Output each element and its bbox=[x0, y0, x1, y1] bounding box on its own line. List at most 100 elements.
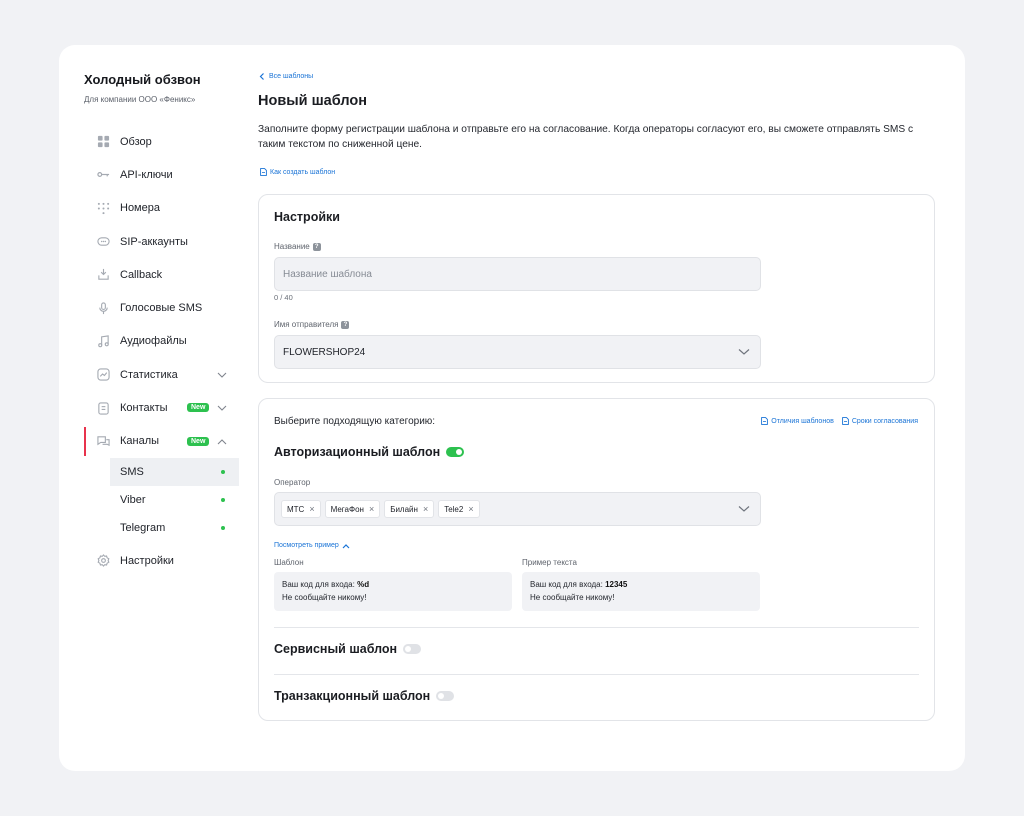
howto-link-label: Как создать шаблон bbox=[270, 168, 336, 176]
chevron-down-icon[interactable] bbox=[217, 370, 227, 380]
transaction-template-section: Транзакционный шаблон bbox=[274, 689, 455, 703]
operator-chip: МегаФон × bbox=[324, 500, 381, 518]
callback-icon bbox=[96, 268, 110, 282]
template-placeholder: %d bbox=[357, 580, 370, 589]
sidebar-item-channels[interactable]: Каналы New bbox=[84, 425, 239, 458]
gear-icon bbox=[96, 554, 110, 568]
sidebar-item-label: Callback bbox=[120, 268, 163, 281]
divider bbox=[274, 674, 919, 675]
sidebar-item-sip[interactable]: SIP-аккаунты bbox=[84, 225, 239, 258]
chevron-up-icon bbox=[342, 543, 350, 548]
operator-chip-label: Tele2 bbox=[444, 504, 464, 514]
sidebar-item-overview[interactable]: Обзор bbox=[84, 125, 239, 158]
document-icon bbox=[841, 417, 849, 425]
see-example-label: Посмотреть пример bbox=[274, 542, 339, 549]
operator-chip: Tele2 × bbox=[438, 500, 480, 518]
sidebar-item-label: SIP-аккаунты bbox=[120, 235, 188, 248]
sidebar-item-label: Статистика bbox=[120, 368, 178, 381]
help-icon[interactable]: ? bbox=[312, 242, 321, 251]
project-subtitle: Для компании ООО «Феникс» bbox=[84, 95, 196, 104]
status-dot bbox=[221, 469, 225, 474]
back-link[interactable]: Все шаблоны bbox=[259, 73, 313, 80]
intro-text: Заполните форму регистрации шаблона и от… bbox=[258, 124, 914, 150]
sender-label: Имя отправителя ? bbox=[274, 320, 350, 329]
new-badge: New bbox=[187, 436, 210, 446]
chevron-left-icon bbox=[259, 73, 264, 80]
operator-label: Оператор bbox=[274, 478, 311, 487]
sidebar-item-label: Номера bbox=[120, 202, 160, 215]
example-code: 12345 bbox=[605, 580, 628, 589]
sidebar-item-callback[interactable]: Callback bbox=[84, 258, 239, 291]
sidebar-item-label: Обзор bbox=[120, 135, 152, 148]
template-line-2: Не сообщайте никому! bbox=[282, 593, 367, 602]
operator-multiselect[interactable]: МТС × МегаФон × Билайн × Tele2 × bbox=[274, 492, 761, 526]
chevron-down-icon bbox=[738, 349, 750, 355]
sidebar-item-numbers[interactable]: Номера bbox=[84, 192, 239, 225]
sidebar-subitem-sms[interactable]: SMS bbox=[110, 457, 239, 486]
remove-icon[interactable]: × bbox=[423, 504, 428, 514]
new-badge: New bbox=[187, 403, 210, 413]
music-note-icon bbox=[96, 334, 110, 348]
sidebar-item-contacts[interactable]: Контакты New bbox=[84, 391, 239, 424]
sidebar-subitem-label: Viber bbox=[120, 493, 146, 506]
sidebar-subitem-telegram[interactable]: Telegram bbox=[110, 514, 239, 542]
help-icon[interactable]: ? bbox=[341, 320, 350, 329]
operator-chip-label: Билайн bbox=[390, 504, 418, 514]
template-label: Шаблон bbox=[274, 558, 304, 567]
service-template-section: Сервисный шаблон bbox=[274, 642, 422, 656]
approval-terms-label: Сроки согласования bbox=[851, 417, 918, 425]
operator-chip: Билайн × bbox=[384, 500, 435, 518]
status-dot bbox=[221, 525, 225, 530]
example-line-2: Не сообщайте никому! bbox=[530, 593, 615, 602]
remove-icon[interactable]: × bbox=[309, 504, 314, 514]
chevron-down-icon[interactable] bbox=[217, 403, 227, 413]
sender-select[interactable]: FLOWERSHOP24 bbox=[274, 335, 761, 369]
chevron-down-icon bbox=[738, 506, 750, 512]
sidebar-nav: Обзор API-ключи Номера SIP-аккаунты Call… bbox=[84, 125, 239, 577]
auth-template-title: Авторизационный шаблон bbox=[274, 445, 441, 459]
operator-chip-label: МТС bbox=[287, 504, 305, 514]
name-counter: 0 / 40 bbox=[274, 293, 293, 302]
operator-chip: МТС × bbox=[281, 500, 321, 518]
chart-icon bbox=[96, 368, 110, 382]
example-line-1-prefix: Ваш код для входа: bbox=[530, 580, 606, 589]
chevron-up-icon[interactable] bbox=[217, 437, 227, 447]
sidebar-item-statistics[interactable]: Статистика bbox=[84, 358, 239, 391]
remove-icon[interactable]: × bbox=[369, 504, 374, 514]
document-icon bbox=[260, 168, 267, 176]
example-line-1: Ваш код для входа: 12345 bbox=[530, 578, 752, 591]
auth-template-section: Авторизационный шаблон bbox=[274, 445, 465, 459]
see-example-link[interactable]: Посмотреть пример bbox=[274, 542, 350, 549]
example-text-label: Пример текста bbox=[522, 558, 577, 567]
sidebar-item-voice-sms[interactable]: Голосовые SMS bbox=[84, 291, 239, 324]
sidebar-subitem-label: Telegram bbox=[120, 521, 166, 534]
template-differences-label: Отличия шаблонов bbox=[771, 417, 834, 425]
sidebar-item-api-keys[interactable]: API-ключи bbox=[84, 158, 239, 191]
contacts-icon bbox=[96, 401, 110, 415]
sidebar-subitem-label: SMS bbox=[120, 465, 144, 478]
template-differences-link[interactable]: Отличия шаблонов bbox=[761, 417, 834, 425]
sidebar-item-audio[interactable]: Аудиофайлы bbox=[84, 325, 239, 358]
sidebar-subitem-viber[interactable]: Viber bbox=[110, 486, 239, 514]
name-label-text: Название bbox=[274, 242, 310, 251]
template-name-input[interactable]: Название шаблона bbox=[274, 257, 761, 291]
transaction-template-toggle[interactable] bbox=[436, 691, 455, 701]
service-template-toggle[interactable] bbox=[403, 644, 422, 654]
sidebar-item-label: Аудиофайлы bbox=[120, 335, 187, 348]
sidebar-item-settings[interactable]: Настройки bbox=[84, 544, 239, 577]
dialpad-icon bbox=[96, 201, 110, 215]
remove-icon[interactable]: × bbox=[468, 504, 473, 514]
project-title: Холодный обзвон bbox=[84, 72, 201, 87]
template-line-1-prefix: Ваш код для входа: bbox=[282, 580, 358, 589]
howto-link[interactable]: Как создать шаблон bbox=[260, 168, 335, 176]
operator-chip-label: МегаФон bbox=[330, 504, 364, 514]
category-links: Отличия шаблонов Сроки согласования bbox=[761, 417, 918, 425]
chat-icon bbox=[96, 434, 110, 448]
approval-terms-link[interactable]: Сроки согласования bbox=[841, 417, 918, 425]
template-example-box: Ваш код для входа: %d Не сообщайте ником… bbox=[274, 572, 512, 611]
status-dot bbox=[221, 497, 225, 502]
transaction-template-title: Транзакционный шаблон bbox=[274, 689, 431, 703]
auth-template-toggle[interactable] bbox=[446, 447, 465, 457]
sender-select-value: FLOWERSHOP24 bbox=[283, 346, 366, 358]
page-title: Новый шаблон bbox=[258, 93, 367, 109]
